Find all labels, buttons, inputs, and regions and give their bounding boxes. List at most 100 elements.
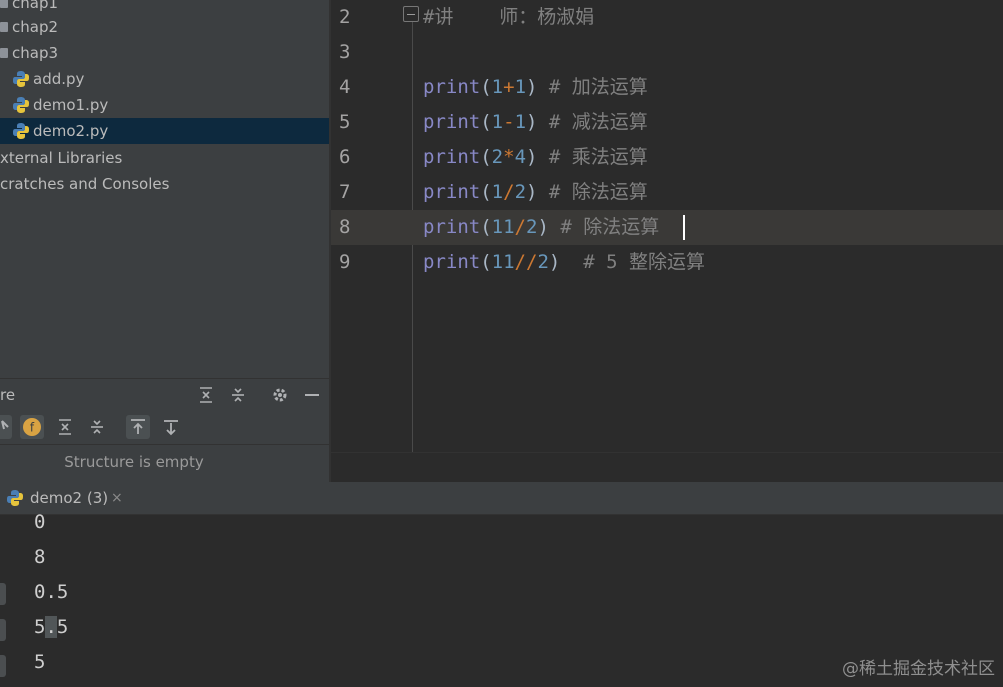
tree-item-label: demo2.py [33,122,109,140]
fold-toggle-icon[interactable] [403,6,419,22]
number-literal: 2 [514,181,527,203]
autoscroll-to-source-icon[interactable] [126,415,150,439]
console-output-line: 8 [34,546,46,568]
line-number: 8 [339,216,351,238]
number-literal: 4 [514,146,527,168]
code-statement: print(1+1) # 加法运算 [423,76,648,98]
tree-item-label: xternal Libraries [0,149,123,167]
number-literal: 1 [491,76,504,98]
expand-icon[interactable] [53,415,77,439]
builtin-function: print [423,216,481,238]
operator: - [503,111,515,133]
number-literal: 2 [491,146,504,168]
expand-all-icon[interactable] [196,385,216,405]
code-comment: # 乘法运算 [548,146,648,168]
gear-icon[interactable] [270,385,290,405]
tree-item-demo2-py[interactable]: demo2.py [0,118,329,144]
number-literal: 1 [491,181,504,203]
code-line[interactable]: 2 #讲 师：杨淑娟 [331,0,1003,35]
toolbar-button[interactable] [0,583,6,605]
builtin-function: print [423,111,481,133]
watermark: @稀土掘金技术社区 [842,659,995,679]
code-line[interactable]: 9 print(11//2) # 5 整除运算 [331,245,1003,280]
builtin-function: print [423,181,481,203]
code-statement: print(2*4) # 乘法运算 [423,146,648,168]
line-number: 2 [339,6,351,28]
console-output-line: 5 [34,651,46,673]
console-output-line: 5.5 [34,610,68,645]
text-caret [683,215,685,240]
code-statement: print(1/2) # 除法运算 [423,181,648,203]
number-literal: 2 [526,216,538,238]
number-literal: 1 [514,76,527,98]
number-literal: 11 [491,251,515,273]
run-toolbar-gutter [0,515,10,687]
tree-item-label: chap2 [12,18,59,36]
toolbar-button[interactable] [0,655,6,677]
selected-text: . [45,616,57,638]
editor-status-strip [331,452,1003,483]
toolbar-button[interactable] [0,619,6,641]
code-line-current[interactable]: 8 print(11/2) # 除法运算 [331,210,1003,245]
number-literal: 1 [514,111,527,133]
number-literal: 1 [491,111,504,133]
code-statement: print(1-1) # 减法运算 [423,111,648,133]
tree-item-demo1-py[interactable]: demo1.py [0,92,329,118]
code-comment: # 加法运算 [548,76,648,98]
field-icon[interactable]: f [20,415,44,439]
tree-item-add-py[interactable]: add.py [0,66,329,92]
code-line[interactable]: 3 [331,35,1003,70]
code-comment: # 除法运算 [560,216,660,238]
line-number: 7 [339,181,351,203]
collapse-icon[interactable] [85,415,109,439]
python-file-icon [13,97,29,113]
line-number: 9 [339,251,351,273]
output-text: 5 [34,616,46,638]
operator: // [514,251,538,273]
builtin-function: print [423,146,481,168]
builtin-function: print [423,251,481,273]
tree-item-external-libraries[interactable]: xternal Libraries [0,145,329,171]
operator: * [503,146,515,168]
structure-header: re [0,378,329,411]
project-panel: chap1 chap2 chap3 add.py demo1.py demo2.… [0,0,329,482]
tree-item-label: cratches and Consoles [0,175,170,193]
number-literal: 2 [537,251,549,273]
operator: + [503,76,515,98]
close-icon[interactable]: × [111,482,123,514]
code-comment: # 减法运算 [548,111,648,133]
sort-icon[interactable] [0,415,12,439]
code-comment: # 5 整除运算 [583,251,705,273]
structure-toolbar: f [0,410,329,445]
code-line[interactable]: 4 print(1+1) # 加法运算 [331,70,1003,105]
tree-item-chap3[interactable]: chap3 [0,40,329,66]
tree-item-label: demo1.py [33,96,109,114]
number-literal: 11 [491,216,515,238]
code-line[interactable]: 7 print(1/2) # 除法运算 [331,175,1003,210]
autoscroll-from-source-icon[interactable] [159,415,183,439]
code-line[interactable]: 5 print(1-1) # 减法运算 [331,105,1003,140]
structure-empty-message: Structure is empty [64,453,204,471]
line-number: 3 [339,41,351,63]
tree-item-chap2[interactable]: chap2 [0,14,329,40]
line-number: 5 [339,111,351,133]
line-number: 4 [339,76,351,98]
folder-icon [0,22,8,32]
collapse-all-icon[interactable] [228,385,248,405]
code-editor[interactable]: 2 #讲 师：杨淑娟 3 4 print(1+1) # 加法运算 5 print… [331,0,1003,452]
tree-item-scratches-and-consoles[interactable]: cratches and Consoles [0,171,329,197]
console-output-line: 0 [34,511,46,533]
tree-item-label: chap3 [12,44,59,62]
python-file-icon [13,123,29,139]
minimize-icon[interactable] [302,385,322,405]
line-number: 6 [339,146,351,168]
structure-title: re [0,386,16,404]
code-statement: print(11/2) # 除法运算 [423,216,660,238]
code-line[interactable]: 6 print(2*4) # 乘法运算 [331,140,1003,175]
python-file-icon [13,71,29,87]
code-comment: #讲 师：杨淑娟 [423,6,595,28]
code-comment: # 除法运算 [548,181,648,203]
output-text: 5 [56,616,69,638]
console-output-line: 0.5 [34,581,69,603]
python-run-icon [7,490,23,506]
